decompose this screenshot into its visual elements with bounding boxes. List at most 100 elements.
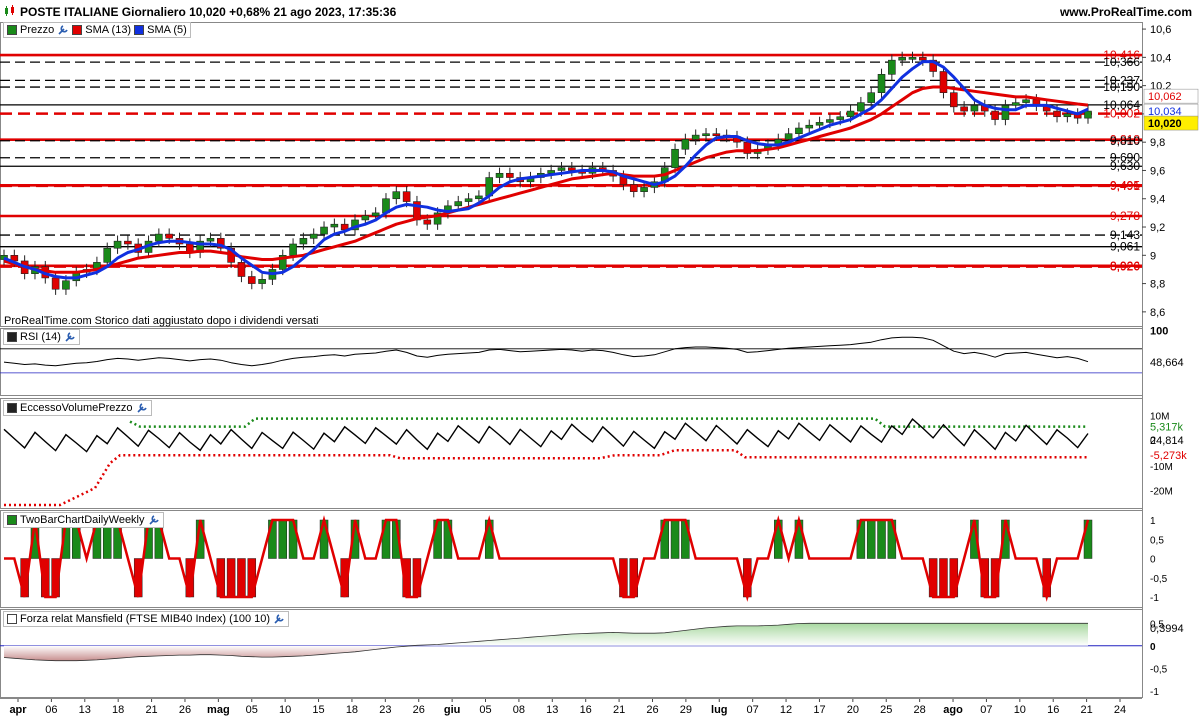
rsi-axis-tick: 100 [1150,326,1168,338]
x-axis-label: 21 [145,704,157,716]
candle-body [237,262,246,277]
wrench-icon[interactable] [148,514,160,526]
candle-body [970,105,979,112]
price-axis-tick: 9,6 [1150,165,1165,177]
candle-body [51,277,60,290]
candle-body [784,133,793,140]
wrench-icon[interactable] [273,613,285,625]
price-axis-tick: 8,6 [1150,307,1165,319]
candle-body [629,184,638,192]
rsi-value-label: 48,664 [1150,357,1184,369]
rsi-legend-label: RSI (14) [20,331,61,343]
x-axis-label: 26 [179,704,191,716]
candle-body [247,276,256,284]
candle-body [712,133,721,137]
candle-body [908,57,917,60]
x-axis-label: 25 [880,704,892,716]
volume-axis-tick: -20M [1150,486,1173,497]
twobar-axis-tick: 1 [1150,516,1156,527]
x-axis-label: 07 [980,704,992,716]
volume-axis-tick: -10M [1150,462,1173,473]
volume-value-label: 24,814 [1150,435,1184,447]
volume-lower-value: -5,273k [1150,450,1187,462]
wrench-icon[interactable] [136,402,148,414]
price-pane-legend[interactable]: Prezzo SMA (13) SMA (5) [3,22,191,38]
x-axis-label: 16 [1047,704,1059,716]
x-axis-label: 13 [79,704,91,716]
wrench-icon[interactable] [57,24,69,36]
x-axis-label: 18 [112,704,124,716]
sma13-legend-label: SMA (13) [85,24,132,36]
x-axis-label: 29 [680,704,692,716]
mansfield-axis-tick: -1 [1150,687,1159,698]
candle-body [888,59,896,75]
candle-body [495,172,504,178]
x-axis-label: 24 [1114,704,1126,716]
candle-body [371,212,380,217]
twobar-axis-tick: -0,5 [1150,574,1168,585]
x-axis-label: 15 [312,704,324,716]
candle-body [1063,113,1072,118]
twobar-legend-label: TwoBarChartDailyWeekly [20,514,145,526]
candle-body [361,215,370,221]
volume-pane-frame [0,398,1143,509]
data-note: ProRealTime.com Storico dati aggiustato … [4,315,319,327]
candle-body [671,148,679,168]
x-axis-label: 12 [780,704,792,716]
twobar-axis-tick: -1 [1150,593,1159,604]
price-legend-label: Prezzo [20,24,55,36]
candle-body [1053,110,1061,118]
mansfield-pane-legend[interactable]: Forza relat Mansfield (FTSE MIB40 Index)… [3,611,290,627]
volume-upper-value: 5,317k [1150,422,1184,434]
x-axis-label: 05 [479,704,491,716]
candle-body [103,247,112,263]
twobar-bar [939,558,948,598]
price-axis-tick: 9,4 [1150,194,1165,206]
x-axis-label: 26 [646,704,658,716]
candle-body [991,110,999,120]
rsi-line [3,336,1089,367]
x-axis-label: 17 [813,704,825,716]
rsi-pane-legend[interactable]: RSI (14) [3,329,80,345]
twobar-bar [866,519,876,559]
volume-legend-label: EccessoVolumePrezzo [20,402,133,414]
price-legend-swatch [7,25,17,35]
twobar-pane-legend[interactable]: TwoBarChartDailyWeekly [3,512,164,528]
twobar-bar [670,519,680,559]
candle-body [124,240,132,245]
candle-body [857,102,865,112]
volume-pane-legend[interactable]: EccessoVolumePrezzo [3,400,152,416]
candle-body [309,233,318,239]
level-label: 9,630 [1110,159,1140,173]
candle-body [898,57,906,61]
candle-body [402,191,411,202]
x-axis-label: 26 [413,704,425,716]
x-axis-label: giu [444,704,461,716]
candle-body [795,127,803,135]
rsi-pane-frame [0,328,1143,396]
x-axis-label: 21 [1080,704,1092,716]
level-label: 8,920 [1110,260,1140,274]
wrench-icon[interactable] [64,331,76,343]
mansfield-value-label: 0,3994 [1150,623,1184,635]
x-axis-label: 21 [613,704,625,716]
x-axis-label: 05 [246,704,258,716]
x-axis-label: ago [943,704,963,716]
sma13-value-label: 10,062 [1148,91,1182,103]
x-axis-label: 13 [546,704,558,716]
level-label: 10,190 [1103,80,1140,94]
candle-body [691,134,700,140]
mansfield-legend-label: Forza relat Mansfield (FTSE MIB40 Index)… [20,613,271,625]
rsi-legend-swatch [7,332,17,342]
twobar-bar [226,558,236,598]
twobar-line [4,515,1090,602]
candle-body [299,238,308,245]
candle-body [836,116,845,120]
candle-body [846,110,855,118]
x-axis-label: lug [711,704,728,716]
candle-body [960,106,968,112]
candle-body [1084,110,1092,119]
volume-lower-envelope [4,448,1088,507]
x-axis-label: 10 [279,704,291,716]
candle-body [258,279,266,284]
